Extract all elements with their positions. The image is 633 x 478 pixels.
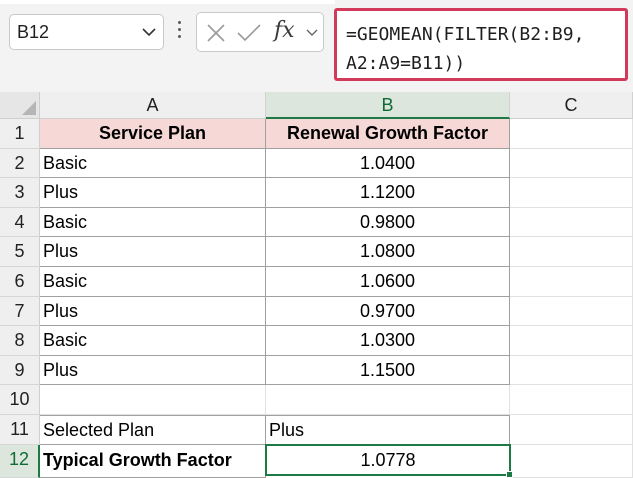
- close-icon[interactable]: [205, 22, 227, 44]
- formula-line-1: =GEOMEAN(FILTER(B2:B9,: [346, 24, 585, 45]
- selected-plan-value-cell[interactable]: Plus: [266, 415, 510, 445]
- active-cell-border: [265, 443, 511, 476]
- empty-cell[interactable]: [510, 237, 633, 267]
- factor-cell[interactable]: 1.0400: [266, 148, 510, 179]
- plan-cell[interactable]: Plus: [40, 355, 266, 386]
- row-header[interactable]: 9: [0, 355, 40, 386]
- factor-cell[interactable]: 1.0600: [266, 267, 510, 297]
- checkmark-icon[interactable]: [236, 22, 262, 44]
- row-header[interactable]: 2: [0, 148, 40, 179]
- empty-cell[interactable]: [510, 119, 633, 149]
- factor-cell[interactable]: 1.0800: [266, 237, 510, 267]
- row-header[interactable]: 4: [0, 207, 40, 238]
- formula-line-2: A2:A9=B11)): [346, 53, 466, 74]
- formula-input[interactable]: =GEOMEAN(FILTER(B2:B9, A2:A9=B11)): [334, 8, 628, 81]
- plan-cell[interactable]: Basic: [40, 148, 266, 179]
- plan-cell[interactable]: Plus: [40, 237, 266, 267]
- factor-cell[interactable]: 0.9700: [266, 296, 510, 327]
- empty-cell[interactable]: [510, 207, 633, 238]
- factor-cell[interactable]: 1.1500: [266, 355, 510, 386]
- row-header[interactable]: 7: [0, 296, 40, 327]
- insert-function-button[interactable]: fx: [274, 18, 295, 43]
- plan-cell[interactable]: Basic: [40, 267, 266, 297]
- chevron-down-icon[interactable]: [305, 27, 319, 39]
- factor-cell[interactable]: 1.1200: [266, 178, 510, 208]
- row-header[interactable]: 5: [0, 237, 40, 267]
- more-options-icon[interactable]: [176, 21, 182, 43]
- name-box-value: B12: [17, 22, 50, 42]
- factor-cell[interactable]: 0.9800: [266, 207, 510, 238]
- empty-cell[interactable]: [510, 148, 633, 179]
- factor-cell[interactable]: 1.0300: [266, 326, 510, 356]
- row-header[interactable]: 8: [0, 326, 40, 356]
- empty-cell[interactable]: [510, 415, 633, 445]
- empty-cell[interactable]: [510, 267, 633, 297]
- plan-cell[interactable]: Plus: [40, 178, 266, 208]
- name-box[interactable]: B12: [9, 14, 164, 50]
- row-header[interactable]: 1: [0, 119, 40, 149]
- plan-cell[interactable]: Basic: [40, 326, 266, 356]
- header-cell-service-plan[interactable]: Service Plan: [40, 119, 266, 149]
- empty-cell[interactable]: [510, 296, 633, 327]
- select-all-button[interactable]: [0, 92, 40, 119]
- row-header[interactable]: 10: [0, 385, 40, 415]
- empty-cell[interactable]: [510, 178, 633, 208]
- typical-growth-label-cell[interactable]: Typical Growth Factor: [40, 444, 266, 478]
- empty-cell[interactable]: [510, 444, 633, 478]
- empty-cell[interactable]: [266, 385, 510, 415]
- column-header-a[interactable]: A: [40, 92, 266, 119]
- empty-cell[interactable]: [510, 326, 633, 356]
- spreadsheet-grid: A B C 1 2 3 4 5 6 7 8 9 10 11 12 Service…: [0, 92, 633, 478]
- selected-plan-label-cell[interactable]: Selected Plan: [40, 415, 266, 445]
- fill-handle[interactable]: [506, 471, 513, 478]
- header-cell-growth-factor[interactable]: Renewal Growth Factor: [266, 119, 510, 149]
- row-header[interactable]: 3: [0, 178, 40, 208]
- row-header[interactable]: 6: [0, 267, 40, 297]
- empty-cell[interactable]: [510, 385, 633, 415]
- chevron-down-icon[interactable]: [141, 26, 157, 38]
- ribbon-edge: [0, 0, 335, 4]
- empty-cell[interactable]: [510, 355, 633, 386]
- formula-controls: fx: [196, 12, 324, 52]
- empty-cell[interactable]: [40, 385, 266, 415]
- row-header[interactable]: 11: [0, 415, 40, 445]
- formula-bar-area: B12 fx =GEOMEAN(FILTER(B2:B9, A2:A9=B11)…: [0, 0, 633, 92]
- plan-cell[interactable]: Basic: [40, 207, 266, 238]
- row-header-selected[interactable]: 12: [0, 444, 40, 478]
- plan-cell[interactable]: Plus: [40, 296, 266, 327]
- column-header-b[interactable]: B: [266, 92, 510, 119]
- column-header-c[interactable]: C: [510, 92, 633, 119]
